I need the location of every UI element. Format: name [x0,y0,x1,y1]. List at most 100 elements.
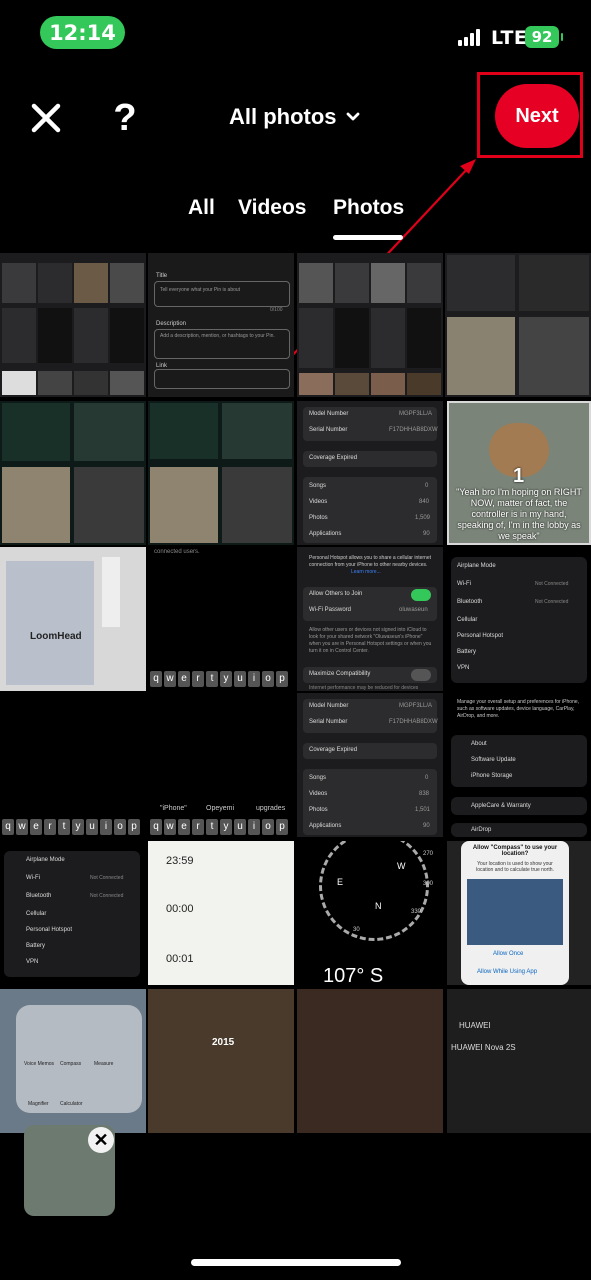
songs-value: 0 [425,775,429,781]
photo-thumbnail[interactable]: HUAWEI HUAWEI Nova 2S [447,989,591,1133]
media-type-tabs: All Videos Photos [0,190,591,246]
photo-thumbnail[interactable]: connected users. qwertyuiop [148,547,294,691]
serial-number-label: Serial Number [309,427,348,433]
allow-while-using: Allow While Using App [477,969,538,975]
photo-thumbnail[interactable]: Model Number MGPF3LL/A Serial Number F17… [297,401,443,545]
photo-thumbnail[interactable] [0,253,146,397]
videos-label: Videos [309,499,328,505]
photo-thumbnail[interactable]: Model Number MGPF3LL/A Serial Number F17… [297,693,443,837]
vpn-label: VPN [26,959,39,965]
compass-tick: 30 [353,927,360,933]
songs-value: 0 [425,483,429,489]
wifi-status: Not Connected [535,581,569,587]
photo-thumbnail[interactable] [297,253,443,397]
model-number-label: Model Number [309,703,349,709]
tab-selected-indicator [333,235,403,240]
compass-tick: 330 [411,909,422,915]
photo-thumbnail[interactable]: 2015 [148,989,294,1133]
wifi-password-value: oluwaseun [399,607,428,613]
applications-label: Applications [309,823,342,829]
keyboard-suggestion: Opeyemi [206,805,235,812]
applications-value: 90 [423,823,430,829]
home-indicator[interactable] [191,1259,401,1266]
airdrop-label: AirDrop [471,827,492,833]
help-icon: ? [113,97,137,139]
pin-title-count: 0/100 [270,307,283,313]
tab-videos[interactable]: Videos [238,196,306,220]
performance-note: Internet performance may be reduced for … [309,685,419,691]
cellular-label: Cellular [457,617,478,623]
phone-brand: HUAWEI [459,1021,491,1030]
app-label: Compass [60,1061,82,1067]
photo-thumbnail[interactable] [297,989,443,1133]
hotspot-description: Personal Hotspot allows you to share a c… [309,555,432,568]
keyboard-suggestion: "iPhone" [160,805,187,812]
photos-label: Photos [309,515,328,521]
compass-direction: E [337,877,344,887]
photo-thumbnail-selected[interactable]: 1 "Yeah bro I'm hoping on RIGHT NOW, mat… [447,401,591,545]
close-button[interactable] [28,100,64,136]
applications-value: 90 [423,531,430,537]
photo-thumbnail[interactable]: 23:59 00:00 00:01 [148,841,294,985]
photo-thumbnail[interactable]: Airplane Mode Wi-Fi Not Connected Blueto… [447,547,591,691]
remove-selection-button[interactable]: ✕ [88,1127,114,1153]
status-bar: 12:14 LTE 92 [0,0,591,70]
help-button[interactable]: ? [108,96,142,140]
bluetooth-label: Bluetooth [26,893,52,899]
photo-thumbnail[interactable] [0,401,146,545]
photos-label: Photos [309,807,328,813]
chevron-down-icon [346,112,359,121]
comic-time: 00:01 [166,953,194,965]
videos-value: 838 [419,791,430,797]
photo-thumbnail[interactable]: Voice Memos Compass Measure Magnifier Ca… [0,989,146,1133]
photo-thumbnail[interactable]: Title Tell everyone what your Pin is abo… [148,253,294,397]
serial-number-value: F17DHHAB8DXW [389,427,438,433]
pin-description-placeholder: Add a description, mention, or hashtags … [160,333,275,339]
compass-permission-title: Allow "Compass" to use your location? [472,845,558,857]
general-description: Manage your overall setup and preference… [457,699,580,719]
about-label: About [471,741,487,747]
bluetooth-status: Not Connected [90,893,124,899]
coverage-expired: Coverage Expired [309,747,358,753]
battery-label: Battery [26,943,46,949]
signal-icon [458,28,486,46]
allow-others-label: Allow Others to Join [309,591,363,597]
photo-thumbnail[interactable]: Allow "Compass" to use your location? Yo… [447,841,591,985]
photo-thumbnail[interactable]: Manage your overall setup and preference… [447,693,591,837]
compass-permission-description: Your location is used to show your locat… [476,861,554,873]
battery-label: Battery [457,649,477,655]
tab-all[interactable]: All [188,196,215,220]
pin-title-placeholder: Tell everyone what your Pin is about [160,287,241,293]
serial-number-label: Serial Number [309,719,348,725]
photo-thumbnail[interactable]: "iPhone" Opeyemi upgrades qwertyuiop [148,693,294,837]
keyboard-suggestion: upgrades [256,805,286,812]
photo-thumbnail[interactable]: LoomHead [0,547,146,691]
app-label: Measure [94,1061,114,1067]
wifi-status: Not Connected [90,875,124,881]
album-title: All photos [229,104,337,129]
airplane-mode-label: Airplane Mode [26,857,65,863]
cellular-label: Cellular [26,911,47,917]
meme-number: 1 [513,465,525,487]
photo-thumbnail[interactable]: 270 W 300 E N 330 30 107° S [297,841,443,985]
videos-label: Videos [309,791,328,797]
close-icon [31,103,61,133]
wifi-password-label: Wi-Fi Password [309,607,352,613]
applications-label: Applications [309,531,342,537]
photo-thumbnail[interactable]: Personal Hotspot allows you to share a c… [297,547,443,691]
personal-hotspot-label: Personal Hotspot [26,927,73,933]
photo-thumbnail[interactable]: Airplane Mode Wi-Fi Not Connected Blueto… [0,841,146,985]
tab-photos[interactable]: Photos [333,196,404,220]
pin-title-label: Title [156,273,168,279]
applecare-label: AppleCare & Warranty [471,803,531,809]
personal-hotspot-label: Personal Hotspot [457,633,504,639]
model-number-value: MGPF3LL/A [399,411,433,417]
photo-thumbnail[interactable] [445,253,591,397]
photo-thumbnail[interactable]: qwertyuiop [0,693,146,837]
compass-direction: N [375,901,382,911]
album-selector[interactable]: All photos [229,102,361,132]
photo-thumbnail[interactable] [148,401,294,545]
app-label: Calculator [60,1101,83,1107]
keyboard-row: qwertyuiop [2,819,140,835]
network-type: LTE [491,27,528,49]
